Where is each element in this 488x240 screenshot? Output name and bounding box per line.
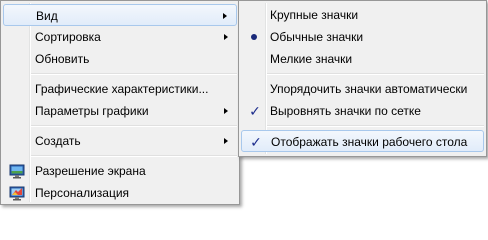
checkmark-icon: ✓ [249, 103, 261, 119]
menu-item-screen-resolution[interactable]: Разрешение экрана [3, 160, 237, 182]
submenu-item-large-icons-label: Крупные значки [270, 8, 359, 22]
submenu-item-show-desktop-icons-label: Отображать значки рабочего стола [271, 135, 468, 149]
submenu-item-small-icons-label: Мелкие значки [270, 52, 353, 66]
submenu-arrow-icon [224, 108, 228, 114]
submenu-item-small-icons[interactable]: Мелкие значки [241, 48, 484, 70]
submenu-arrow-icon [224, 34, 228, 40]
submenu-item-auto-arrange-label: Упорядочить значки автоматически [270, 82, 468, 96]
submenu-item-show-desktop-icons[interactable]: ✓ Отображать значки рабочего стола [241, 130, 484, 152]
view-submenu: Крупные значки Обычные значки Мелкие зна… [238, 0, 487, 157]
menu-item-sort-label: Сортировка [35, 30, 101, 44]
submenu-arrow-icon [224, 138, 228, 144]
menu-item-graphics-options[interactable]: Параметры графики [3, 100, 237, 122]
separator [31, 155, 237, 157]
desktop-context-menu: Вид Сортировка Обновить Графические хара… [0, 0, 240, 205]
menu-item-create-label: Создать [35, 134, 81, 148]
separator [31, 73, 237, 75]
submenu-item-align-to-grid-label: Выровнять значки по сетке [270, 104, 421, 118]
monitor-icon [9, 164, 25, 179]
submenu-item-medium-icons-label: Обычные значки [270, 30, 364, 44]
menu-item-personalization-label: Персонализация [35, 186, 130, 200]
personalization-icon [9, 186, 25, 201]
submenu-item-medium-icons[interactable]: Обычные значки [241, 26, 484, 48]
submenu-item-align-to-grid[interactable]: ✓ Выровнять значки по сетке [241, 100, 484, 122]
menu-item-create[interactable]: Создать [3, 130, 237, 152]
separator [267, 73, 484, 75]
separator [31, 125, 237, 127]
menu-item-sort[interactable]: Сортировка [3, 26, 237, 48]
menu-item-graphics-options-label: Параметры графики [35, 104, 149, 118]
submenu-item-auto-arrange[interactable]: Упорядочить значки автоматически [241, 78, 484, 100]
separator [267, 125, 484, 127]
menu-item-graphics-properties-label: Графические характеристики... [35, 82, 209, 96]
submenu-arrow-icon [223, 13, 227, 19]
menu-item-refresh-label: Обновить [35, 52, 90, 66]
radio-bullet-icon [251, 34, 257, 40]
menu-item-personalization[interactable]: Персонализация [3, 182, 237, 204]
checkmark-icon: ✓ [250, 134, 262, 150]
submenu-item-large-icons[interactable]: Крупные значки [241, 4, 484, 26]
menu-item-screen-resolution-label: Разрешение экрана [35, 164, 146, 178]
menu-item-view[interactable]: Вид [3, 4, 237, 26]
menu-item-graphics-properties[interactable]: Графические характеристики... [3, 78, 237, 100]
menu-item-view-label: Вид [36, 9, 58, 23]
menu-item-refresh[interactable]: Обновить [3, 48, 237, 70]
